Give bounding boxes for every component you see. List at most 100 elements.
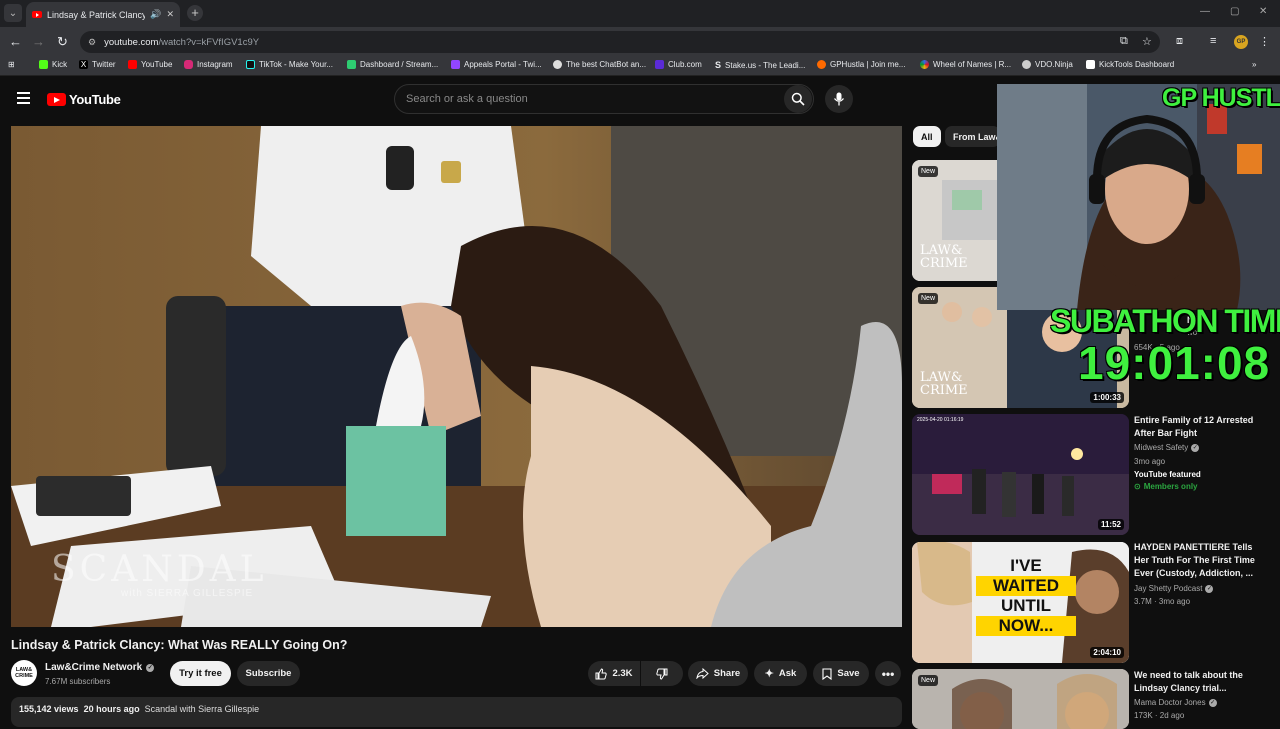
thumbs-down-icon — [656, 668, 668, 680]
ask-button[interactable]: ✦ Ask — [754, 661, 807, 686]
youtube-logo[interactable]: YouTube — [47, 92, 121, 107]
extensions-icon[interactable]: ⧈ — [1176, 35, 1183, 48]
search-placeholder: Search or ask a question — [406, 93, 528, 105]
tab-title: Lindsay & Patrick Clancy: W — [47, 9, 146, 20]
video-player[interactable]: SCANDAL with SIERRA GILLESPIE — [11, 126, 902, 627]
streamer-name-overlay: GP HUSTLA — [1162, 84, 1280, 112]
search-button[interactable] — [784, 85, 812, 113]
thumbnail-image — [912, 669, 1129, 729]
like-count: 2.3K — [612, 668, 633, 679]
cast-icon[interactable]: ⧉ — [1120, 35, 1128, 48]
rec-title-4[interactable]: HAYDEN PANETTIERE Tells Her Truth For Th… — [1134, 541, 1264, 580]
profile-avatar[interactable]: GP — [1234, 35, 1248, 49]
bookmark-instagram[interactable]: Instagram — [184, 60, 233, 69]
tiktok-icon — [246, 60, 255, 69]
search-input[interactable]: Search or ask a question — [394, 84, 814, 114]
audio-playing-icon[interactable]: 🔊 — [150, 9, 161, 20]
microphone-icon — [833, 92, 845, 106]
bookmark-wheel-of-names[interactable]: Wheel of Names | R... — [920, 60, 1011, 69]
youtube-icon — [128, 60, 137, 69]
new-tab-button[interactable]: + — [187, 5, 203, 21]
new-badge: New — [918, 675, 939, 686]
members-icon: ⊙ — [1134, 482, 1141, 491]
tab-search-button[interactable]: ⌄ — [4, 4, 22, 22]
video-duration: 11:52 — [1097, 519, 1124, 530]
bookmark-gphustla[interactable]: GPHustla | Join me... — [817, 60, 905, 69]
thumbnail-logo-text: LAW& CRIME — [920, 243, 968, 271]
bookmark-appeals[interactable]: Appeals Portal - Twi... — [451, 60, 542, 69]
bookmark-star-icon[interactable]: ☆ — [1142, 35, 1152, 48]
bookmark-twitter[interactable]: X Twitter — [79, 60, 116, 69]
bookmark-dashboard[interactable]: Dashboard / Stream... — [347, 60, 438, 69]
chatbot-icon — [553, 60, 562, 69]
channel-name[interactable]: Law&Crime Network ✓ — [45, 662, 155, 673]
guide-menu-icon[interactable] — [17, 92, 30, 104]
rec-channel-3[interactable]: Midwest Safety ✓ — [1134, 443, 1200, 452]
address-bar[interactable]: ⚙ youtube.com/watch?v=kFVfIGV1c9Y — [80, 31, 1160, 53]
minimize-icon[interactable]: — — [1200, 6, 1210, 17]
sparkle-icon: ✦ — [764, 668, 774, 680]
forward-arrow-icon[interactable]: → — [32, 34, 45, 49]
ninja-icon — [1022, 60, 1031, 69]
like-button[interactable]: 2.3K — [588, 661, 640, 686]
more-actions-button[interactable]: ••• — [875, 661, 901, 686]
description-text: Scandal with Sierra Gillespie — [144, 704, 260, 714]
tab-close-icon[interactable]: ✕ — [166, 9, 174, 20]
url-host: youtube.com — [104, 36, 159, 48]
back-arrow-icon[interactable]: ← — [9, 34, 22, 49]
twitch-icon — [451, 60, 460, 69]
thumbnail-headline: I'VE WAITED UNTIL NOW... — [976, 556, 1076, 636]
rec-thumbnail-5[interactable]: New — [912, 669, 1129, 729]
maximize-icon[interactable]: ▢ — [1230, 6, 1239, 17]
reload-icon[interactable]: ↻ — [57, 34, 68, 50]
subathon-timer: 19:01:08 — [1078, 337, 1271, 389]
chip-all[interactable]: All — [913, 126, 941, 147]
rec-thumbnail-4[interactable]: I'VE WAITED UNTIL NOW... 2:04:10 — [912, 542, 1129, 663]
rec-channel-4[interactable]: Jay Shetty Podcast ✓ — [1134, 584, 1214, 593]
video-frame: SCANDAL with SIERRA GILLESPIE — [11, 126, 902, 627]
bookmark-club[interactable]: Club.com — [655, 60, 702, 69]
youtube-featured-label: YouTube featured — [1134, 470, 1201, 479]
url-path: /watch?v=kFVfIGV1c9Y — [158, 36, 260, 48]
apps-grid-icon[interactable]: ⊞ — [8, 60, 15, 69]
thumbs-up-icon — [595, 667, 608, 679]
bookmark-chatbot[interactable]: The best ChatBot an... — [553, 60, 646, 69]
rec-title-5[interactable]: We need to talk about the Lindsay Clancy… — [1134, 669, 1264, 695]
webcam-feed — [997, 84, 1280, 310]
reading-list-icon[interactable]: ≡ — [1210, 35, 1216, 47]
browser-tab-active[interactable]: Lindsay & Patrick Clancy: W 🔊 ✕ — [26, 2, 180, 27]
thumbnail-logo-text: LAW& CRIME — [920, 370, 968, 398]
bookmark-save-icon — [822, 667, 832, 680]
watermark-title: SCANDAL — [51, 549, 267, 590]
browser-menu-icon[interactable]: ⋮ — [1259, 35, 1270, 48]
channel-avatar[interactable]: LAW& CRIME — [11, 660, 37, 686]
verified-check-icon: ✓ — [146, 663, 155, 672]
try-it-free-button[interactable]: Try it free — [170, 661, 231, 686]
bookmark-stake[interactable]: S Stake.us - The Leadi... — [715, 60, 805, 70]
subscribe-button[interactable]: Subscribe — [237, 661, 300, 686]
more-bookmarks-icon[interactable]: » — [1252, 60, 1256, 69]
search-icon — [791, 92, 805, 106]
youtube-favicon-icon — [32, 11, 42, 18]
site-info-icon[interactable]: ⚙ — [88, 37, 96, 48]
bookmark-tiktok[interactable]: TikTok - Make Your... — [246, 60, 333, 69]
bookmark-youtube[interactable]: YouTube — [128, 60, 172, 69]
rec-channel-5[interactable]: Mama Doctor Jones ✓ — [1134, 698, 1217, 707]
bookmark-kicktools[interactable]: KickTools Dashboard — [1086, 60, 1174, 69]
share-button[interactable]: Share — [688, 661, 748, 686]
youtube-logo-text: YouTube — [69, 92, 121, 107]
members-only-badge: ⊙ Members only — [1134, 482, 1198, 491]
dislike-button[interactable] — [641, 661, 683, 686]
dashboard-icon — [347, 60, 356, 69]
description-box[interactable]: 155,142 views 20 hours ago Scandal with … — [11, 697, 902, 727]
voice-search-button[interactable] — [825, 85, 853, 113]
webcam-overlay — [997, 84, 1280, 310]
chip-from-channel[interactable]: From Law& — [945, 126, 1000, 147]
save-button[interactable]: Save — [813, 661, 869, 686]
kicktools-icon — [1086, 60, 1095, 69]
bookmark-kick[interactable]: Kick — [39, 60, 67, 69]
window-close-icon[interactable]: ✕ — [1259, 6, 1267, 17]
rec-thumbnail-3[interactable]: 2025-04-20 01:16:19 11:52 — [912, 414, 1129, 535]
rec-title-3[interactable]: Entire Family of 12 Arrested After Bar F… — [1134, 414, 1264, 440]
bookmark-vdo-ninja[interactable]: VDO.Ninja — [1022, 60, 1073, 69]
